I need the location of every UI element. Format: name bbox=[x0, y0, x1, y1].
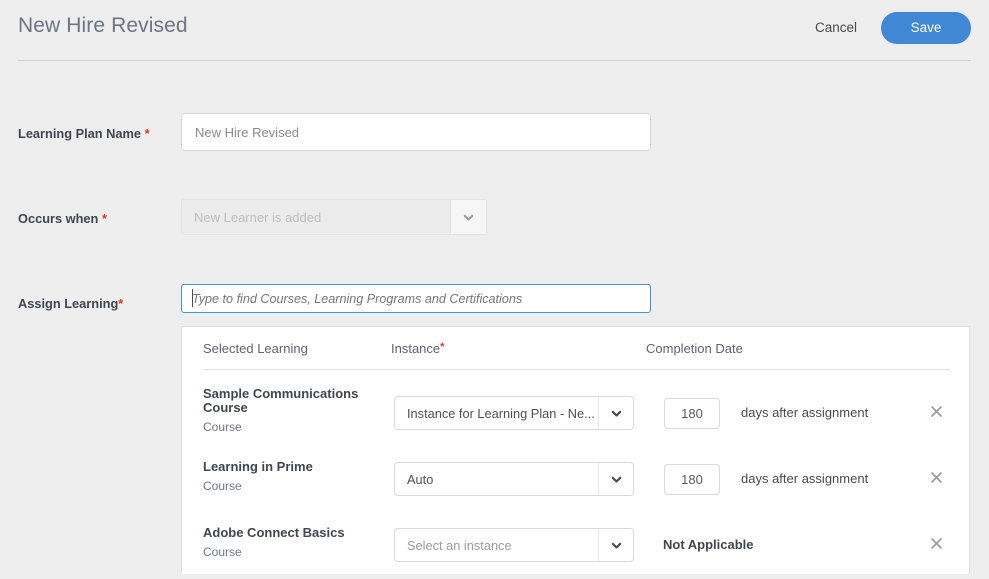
assign-learning-label-text: Assign Learning bbox=[18, 296, 119, 311]
learning-plan-name-label: Learning Plan Name * bbox=[18, 126, 150, 141]
occurs-when-select[interactable]: New Learner is added bbox=[181, 199, 487, 235]
course-title: Sample Communications Course bbox=[203, 386, 359, 415]
occurs-when-value: New Learner is added bbox=[194, 209, 322, 225]
header-actions: Cancel Save bbox=[807, 12, 971, 44]
assign-learning-label: Assign Learning* bbox=[18, 296, 123, 311]
course-type: Course bbox=[203, 420, 242, 434]
completion-days-input[interactable] bbox=[664, 464, 720, 495]
instance-select-value: Instance for Learning Plan - Ne... bbox=[407, 405, 595, 421]
completion-days-suffix: days after assignment bbox=[741, 471, 869, 486]
remove-row-button[interactable] bbox=[926, 401, 946, 421]
instance-select-value: Select an instance bbox=[407, 537, 512, 553]
learning-plan-name-input[interactable] bbox=[181, 113, 651, 151]
instance-select[interactable]: Select an instance bbox=[394, 528, 634, 562]
course-type: Course bbox=[203, 545, 242, 559]
table-row: Sample Communications Course Course Inst… bbox=[182, 379, 971, 445]
required-asterisk: * bbox=[440, 341, 445, 353]
cancel-button[interactable]: Cancel bbox=[807, 15, 865, 41]
occurs-when-label-text: Occurs when bbox=[18, 211, 99, 226]
instance-select[interactable]: Instance for Learning Plan - Ne... bbox=[394, 396, 634, 430]
chevron-down-icon bbox=[598, 529, 633, 561]
course-title: Learning in Prime bbox=[203, 459, 313, 474]
column-header-selected-learning: Selected Learning bbox=[203, 341, 308, 356]
remove-row-button[interactable] bbox=[926, 533, 946, 553]
page-header: New Hire Revised Cancel Save bbox=[0, 0, 989, 60]
remove-row-button[interactable] bbox=[926, 467, 946, 487]
selected-learning-cell: Adobe Connect Basics Course bbox=[203, 525, 378, 560]
completion-days-input[interactable] bbox=[664, 398, 720, 429]
course-type: Course bbox=[203, 479, 242, 493]
completion-days-suffix: days after assignment bbox=[741, 405, 869, 420]
completion-not-applicable-text: Not Applicable bbox=[663, 537, 754, 552]
selected-learning-table-header: Selected Learning Instance* Completion D… bbox=[182, 327, 969, 370]
text-cursor bbox=[192, 289, 193, 307]
occurs-when-label: Occurs when * bbox=[18, 211, 107, 226]
column-header-completion-date: Completion Date bbox=[646, 341, 743, 356]
table-row: Adobe Connect Basics Course Select an in… bbox=[182, 511, 971, 577]
chevron-down-icon bbox=[598, 397, 633, 429]
selected-learning-cell: Sample Communications Course Course bbox=[203, 386, 378, 435]
column-header-instance-text: Instance bbox=[391, 341, 441, 356]
chevron-down-icon bbox=[598, 463, 633, 495]
required-asterisk: * bbox=[144, 126, 150, 141]
selected-learning-cell: Learning in Prime Course bbox=[203, 459, 378, 494]
column-header-instance: Instance* bbox=[391, 341, 444, 356]
learning-plan-name-label-text: Learning Plan Name bbox=[18, 126, 142, 141]
instance-select-value: Auto bbox=[407, 471, 434, 487]
page-title: New Hire Revised bbox=[18, 14, 188, 37]
chevron-down-icon bbox=[450, 200, 486, 234]
table-header-divider bbox=[203, 369, 950, 370]
course-title: Adobe Connect Basics bbox=[203, 525, 345, 540]
table-row: Learning in Prime Course Auto days after… bbox=[182, 445, 971, 511]
save-button[interactable]: Save bbox=[881, 12, 971, 44]
instance-select[interactable]: Auto bbox=[394, 462, 634, 496]
learning-plan-editor-page: New Hire Revised Cancel Save Learning Pl… bbox=[0, 0, 989, 579]
assign-learning-input[interactable] bbox=[181, 284, 651, 313]
required-asterisk: * bbox=[101, 211, 107, 226]
required-asterisk: * bbox=[118, 296, 124, 311]
selected-learning-panel: Selected Learning Instance* Completion D… bbox=[181, 326, 970, 574]
header-divider bbox=[18, 60, 971, 61]
